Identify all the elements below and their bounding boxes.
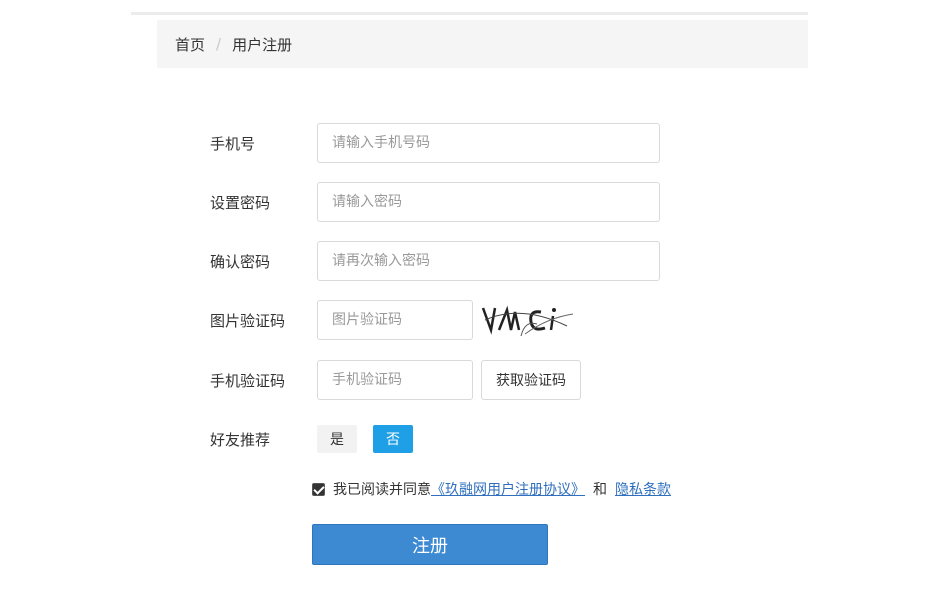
breadcrumb: 首页 / 用户注册 — [157, 20, 808, 68]
sms-code-label: 手机验证码 — [210, 371, 286, 390]
password-label: 设置密码 — [210, 193, 271, 212]
get-sms-code-button[interactable]: 获取验证码 — [481, 360, 581, 400]
privacy-link[interactable]: 隐私条款 — [615, 479, 671, 499]
phone-label: 手机号 — [210, 134, 256, 153]
agreement-checkbox[interactable] — [312, 482, 325, 496]
confirm-password-input[interactable] — [317, 241, 660, 281]
referral-label: 好友推荐 — [210, 430, 271, 449]
image-captcha-label: 图片验证码 — [210, 311, 286, 330]
top-divider — [131, 12, 808, 15]
phone-row: 手机号 — [210, 123, 660, 163]
password-row: 设置密码 — [210, 182, 660, 222]
image-captcha-row: 图片验证码 — [210, 300, 581, 340]
image-captcha-input[interactable] — [317, 300, 473, 340]
agreement-row: 我已阅读并同意 《玖融网用户注册协议》 和 隐私条款 — [312, 479, 671, 499]
confirm-password-row: 确认密码 — [210, 241, 660, 281]
phone-input[interactable] — [317, 123, 660, 163]
terms-link[interactable]: 《玖融网用户注册协议》 — [431, 479, 585, 499]
breadcrumb-current: 用户注册 — [232, 35, 293, 54]
captcha-graphic — [481, 305, 574, 337]
breadcrumb-home-link[interactable]: 首页 — [175, 34, 205, 55]
register-button[interactable]: 注册 — [312, 524, 548, 565]
password-input[interactable] — [317, 182, 660, 222]
confirm-password-label: 确认密码 — [210, 252, 271, 271]
agreement-text: 我已阅读并同意 — [333, 482, 431, 498]
referral-yes-option[interactable]: 是 — [317, 425, 357, 453]
referral-no-option[interactable]: 否 — [373, 425, 413, 453]
agreement-and: 和 — [593, 482, 607, 498]
sms-code-input[interactable] — [317, 360, 473, 400]
breadcrumb-separator: / — [216, 35, 222, 53]
sms-code-row: 手机验证码 获取验证码 — [210, 360, 581, 400]
captcha-image[interactable] — [481, 300, 581, 340]
referral-row: 好友推荐 是 否 — [210, 425, 413, 453]
